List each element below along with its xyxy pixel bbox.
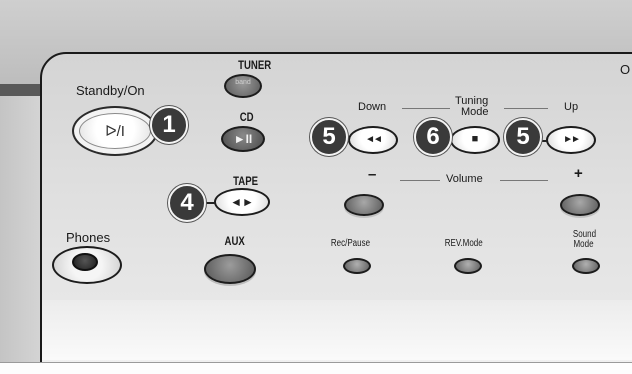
tuning-divider-right xyxy=(504,108,548,109)
tuning-divider-left xyxy=(402,108,450,109)
volume-label: Volume xyxy=(446,173,483,185)
tuner-band-sublabel: band xyxy=(235,79,251,86)
skip-forward-icon: ►► xyxy=(563,134,581,145)
standby-label: Standby/On xyxy=(76,83,145,98)
tape-label: TAPE xyxy=(233,174,259,188)
rec-pause-button[interactable] xyxy=(343,258,371,274)
callout-1: 1 xyxy=(150,106,188,144)
phones-jack[interactable] xyxy=(72,253,98,271)
callout-5-down: 5 xyxy=(310,118,348,156)
volume-divider-right xyxy=(500,180,548,181)
play-pause-icon: ►II xyxy=(233,132,253,146)
aux-button[interactable] xyxy=(204,254,256,284)
standby-on-button[interactable]: ᐅ/I xyxy=(72,106,158,156)
corner-label: O xyxy=(620,62,631,77)
stop-icon: ■ xyxy=(471,133,479,145)
stereo-panel-illustration: O Standby/On ᐅ/I 1 TUNER band CD ►II TAP… xyxy=(0,0,632,374)
sound-mode-label-line2: Mode xyxy=(573,239,594,250)
bottom-edge xyxy=(0,362,632,374)
front-face-lower-highlight xyxy=(42,300,632,360)
tuning-mode-label-line2: Mode xyxy=(461,106,489,118)
tape-direction-icon: ◄► xyxy=(230,195,254,209)
cd-play-pause-button[interactable]: ►II xyxy=(221,126,265,152)
tuning-mode-stop-button[interactable]: ■ xyxy=(450,126,500,154)
cd-label: CD xyxy=(239,110,254,124)
volume-minus-label: – xyxy=(368,166,377,183)
power-icon: ᐅ/I xyxy=(105,123,125,140)
volume-divider-left xyxy=(400,180,440,181)
sound-mode-button[interactable] xyxy=(572,258,600,274)
rev-mode-label: REV.Mode xyxy=(444,238,483,249)
rev-mode-button[interactable] xyxy=(454,258,482,274)
volume-down-button[interactable] xyxy=(344,194,384,216)
tuning-up-label: Up xyxy=(564,101,579,113)
skip-back-icon: ◄◄ xyxy=(365,134,383,145)
tuning-up-button[interactable]: ►► xyxy=(546,126,596,154)
callout-4: 4 xyxy=(168,184,206,222)
chassis-left-side xyxy=(0,85,40,374)
tuner-label: TUNER xyxy=(238,58,272,72)
callout-6: 6 xyxy=(414,118,452,156)
tape-play-button[interactable]: ◄► xyxy=(214,188,270,216)
volume-plus-label: + xyxy=(574,165,583,182)
volume-up-button[interactable] xyxy=(560,194,600,216)
rec-pause-label: Rec/Pause xyxy=(330,238,371,249)
side-dark-strip xyxy=(0,84,40,96)
tuning-down-button[interactable]: ◄◄ xyxy=(348,126,398,154)
aux-label: AUX xyxy=(224,234,245,248)
tuning-down-label: Down xyxy=(358,101,387,113)
phones-label: Phones xyxy=(66,230,111,245)
tuner-band-button[interactable]: band xyxy=(224,74,262,98)
callout-5-up: 5 xyxy=(504,118,542,156)
